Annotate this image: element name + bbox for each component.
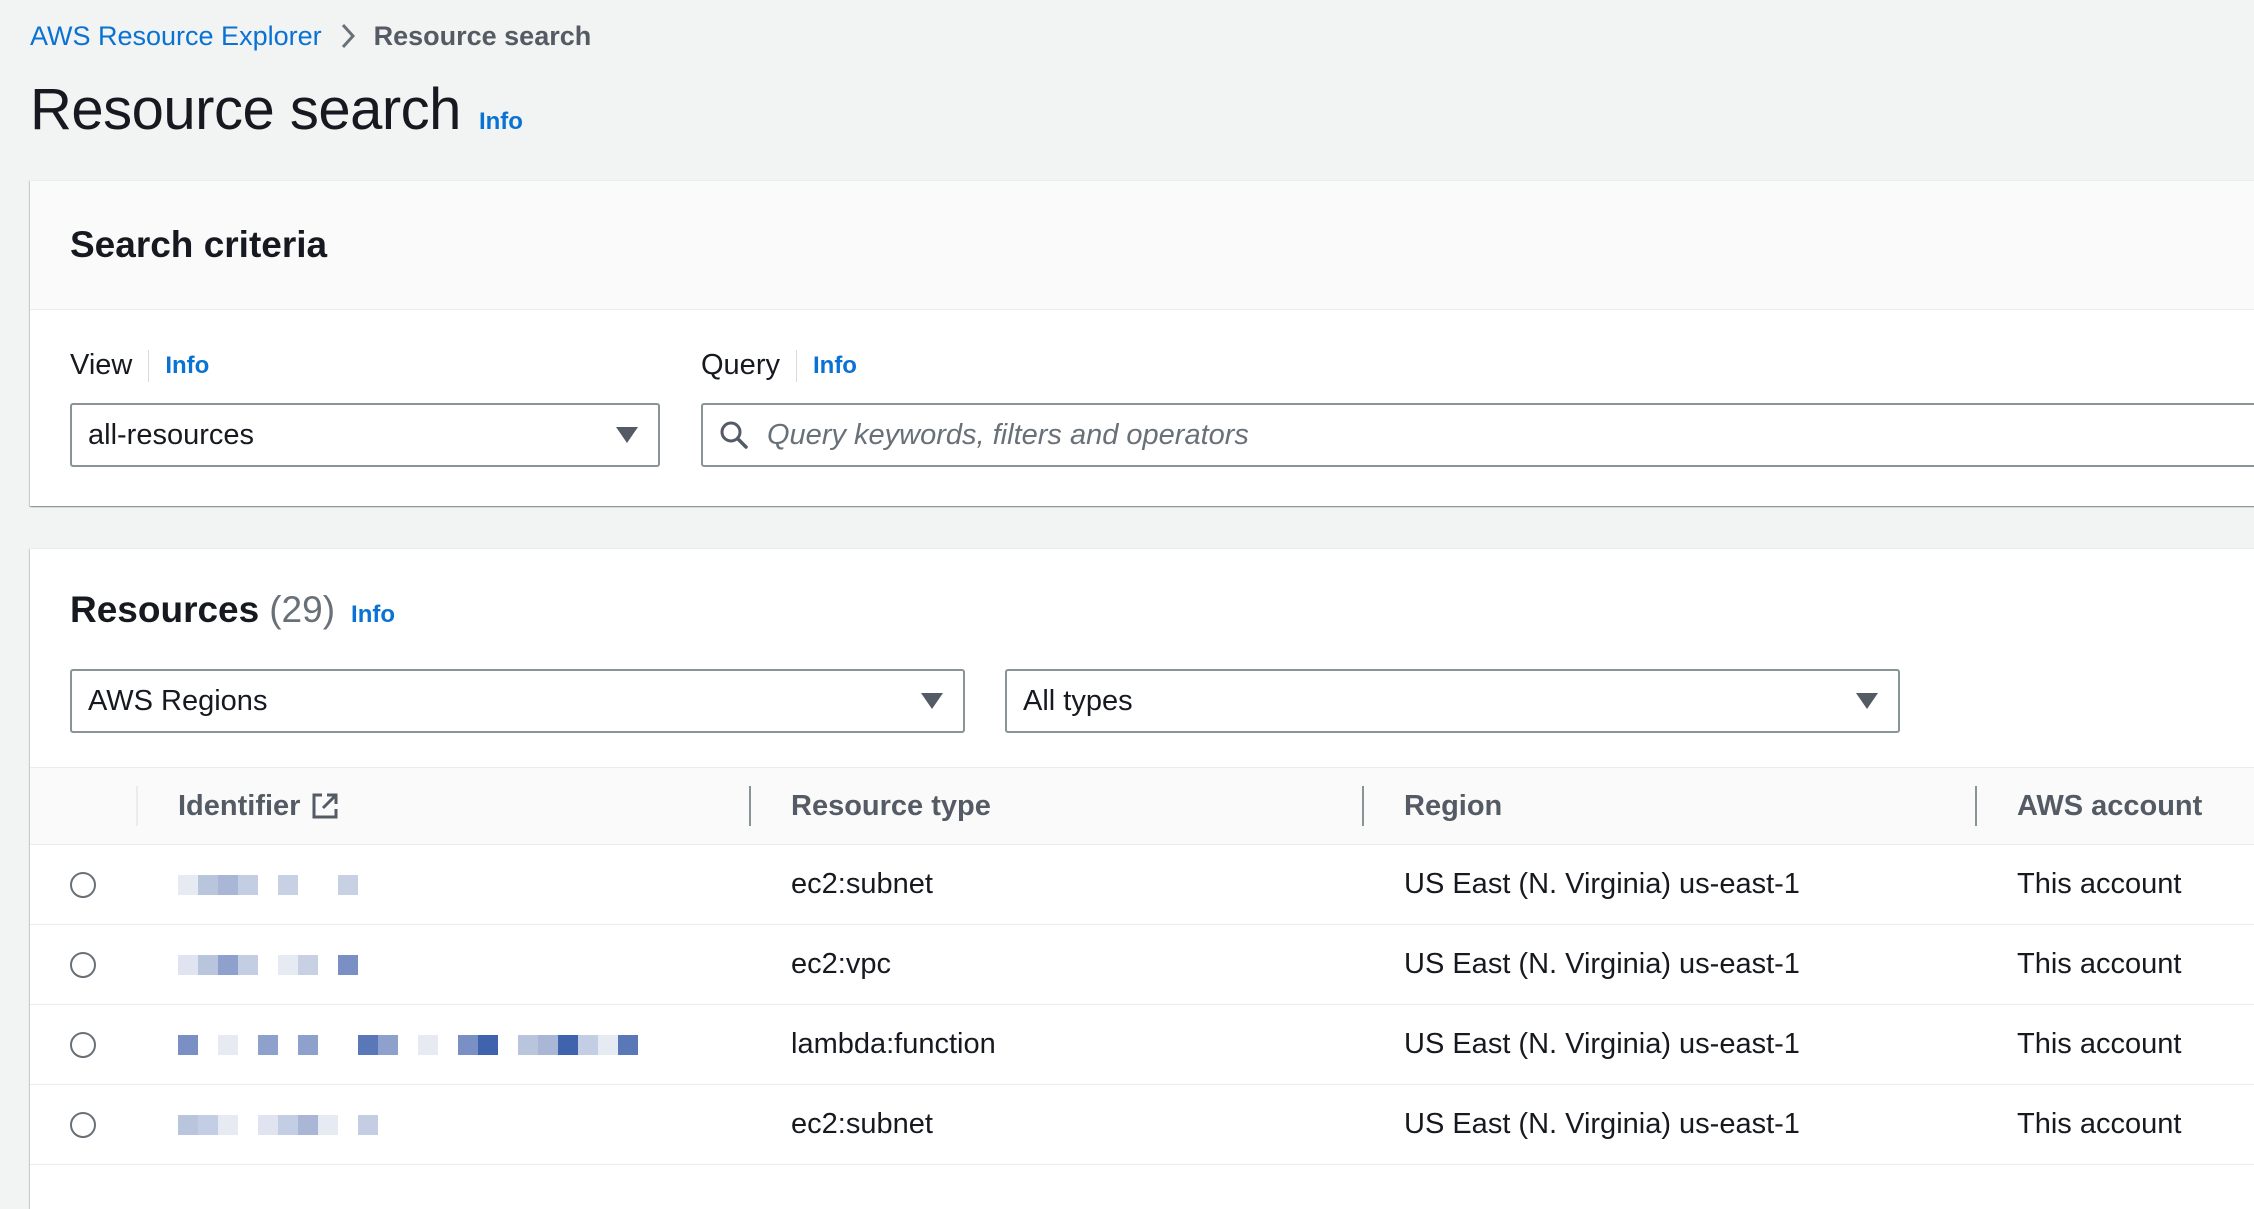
query-input[interactable] (765, 417, 2169, 453)
radio-icon[interactable] (70, 1031, 96, 1058)
chevron-right-icon (340, 22, 356, 50)
row-select-cell (70, 1085, 96, 1164)
row-select-cell (70, 1005, 96, 1084)
resource-type-cell: lambda:function (791, 1028, 996, 1060)
column-header-region[interactable]: Region (1404, 768, 1502, 844)
search-icon (719, 420, 749, 450)
page-title: Resource search (30, 77, 461, 142)
regions-filter-select[interactable]: AWS Regions (70, 669, 965, 733)
radio-icon[interactable] (70, 1111, 96, 1138)
search-criteria-title: Search criteria (70, 224, 328, 265)
row-select-cell (70, 845, 96, 924)
table-row[interactable]: ec2:subnet US East (N. Virginia) us-east… (30, 1085, 2254, 1165)
types-filter-select[interactable]: All types (1005, 669, 1900, 733)
types-filter-value: All types (1023, 684, 1133, 717)
search-criteria-panel: Search criteria View Info Query Info all… (30, 180, 2254, 506)
column-resize-handle[interactable] (1975, 786, 1977, 826)
identifier-cell (178, 1085, 378, 1164)
resources-title: Resources (70, 589, 260, 630)
redacted-identifier (178, 1005, 638, 1084)
view-label: View (70, 349, 133, 381)
radio-icon[interactable] (70, 871, 96, 898)
account-cell: This account (2017, 1028, 2182, 1060)
resource-type-cell: ec2:subnet (791, 868, 933, 900)
resource-type-cell: ec2:vpc (791, 948, 891, 980)
breadcrumb-link-resource-explorer[interactable]: AWS Resource Explorer (30, 21, 322, 52)
page-info-link[interactable]: Info (479, 108, 523, 136)
caret-down-icon (616, 427, 638, 443)
resource-type-cell: ec2:subnet (791, 1108, 933, 1140)
view-select-value: all-resources (88, 418, 254, 451)
region-cell: US East (N. Virginia) us-east-1 (1404, 1108, 1800, 1140)
query-info-link[interactable]: Info (813, 352, 857, 380)
page-header: Resource search Info (30, 76, 523, 143)
view-select[interactable]: all-resources (70, 403, 660, 467)
redacted-identifier (178, 925, 358, 1004)
label-divider (795, 349, 797, 382)
column-divider (136, 786, 138, 826)
region-cell: US East (N. Virginia) us-east-1 (1404, 948, 1800, 980)
external-link-icon (310, 791, 340, 821)
regions-filter-value: AWS Regions (88, 684, 268, 717)
account-cell: This account (2017, 948, 2182, 980)
identifier-cell (178, 925, 358, 1004)
column-header-aws-account[interactable]: AWS account (2017, 768, 2202, 844)
view-info-link[interactable]: Info (165, 352, 209, 380)
caret-down-icon (921, 693, 943, 709)
account-cell: This account (2017, 1108, 2182, 1140)
row-select-cell (70, 925, 96, 1004)
identifier-cell (178, 845, 358, 924)
query-label-row: Query Info (701, 349, 857, 382)
identifier-cell (178, 1005, 638, 1084)
column-resize-handle[interactable] (749, 786, 751, 826)
breadcrumb: AWS Resource Explorer Resource search (30, 18, 591, 54)
table-row[interactable]: ec2:vpc US East (N. Virginia) us-east-1 … (30, 925, 2254, 1005)
caret-down-icon (1856, 693, 1878, 709)
resources-panel: Resources (29) Info AWS Regions All type… (30, 548, 2254, 1209)
radio-icon[interactable] (70, 951, 96, 978)
resources-count: (29) (269, 589, 336, 630)
region-cell: US East (N. Virginia) us-east-1 (1404, 868, 1800, 900)
breadcrumb-current: Resource search (373, 20, 592, 51)
resources-header: Resources (29) Info (70, 589, 395, 631)
table-row[interactable]: ec2:subnet US East (N. Virginia) us-east… (30, 845, 2254, 925)
label-divider (148, 349, 150, 382)
column-header-resource-type[interactable]: Resource type (791, 768, 991, 844)
region-cell: US East (N. Virginia) us-east-1 (1404, 1028, 1800, 1060)
account-cell: This account (2017, 868, 2182, 900)
redacted-identifier (178, 845, 358, 924)
query-search-box[interactable] (701, 403, 2254, 467)
query-label: Query (701, 349, 780, 381)
resources-table: Identifier Resource type Region AWS acco… (30, 767, 2254, 1165)
redacted-identifier (178, 1085, 378, 1164)
column-header-identifier[interactable]: Identifier (178, 768, 340, 844)
view-label-row: View Info (70, 349, 209, 382)
table-row[interactable]: lambda:function US East (N. Virginia) us… (30, 1005, 2254, 1085)
column-resize-handle[interactable] (1362, 786, 1364, 826)
search-criteria-header: Search criteria (30, 181, 2254, 310)
resources-info-link[interactable]: Info (351, 601, 395, 629)
table-header: Identifier Resource type Region AWS acco… (30, 767, 2254, 845)
